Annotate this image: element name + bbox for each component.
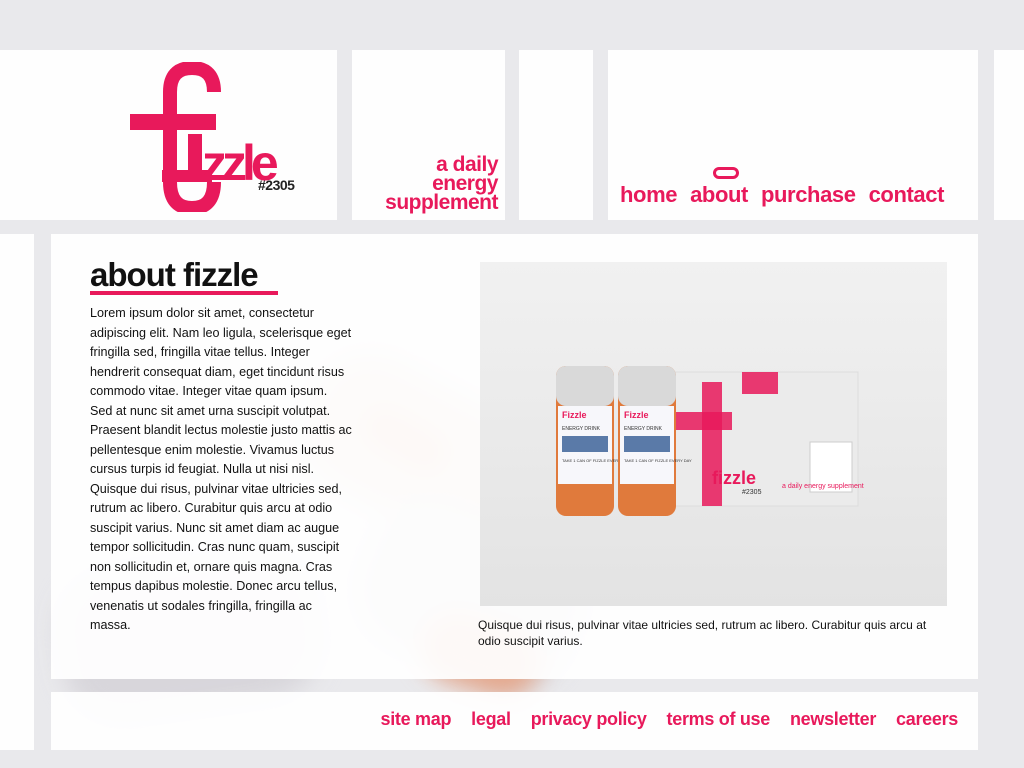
bottle-dose: TAKE 1 CAN OF FIZZLE EVERY DAY (624, 458, 692, 463)
footer-link-site-map[interactable]: site map (381, 709, 452, 730)
tagline-line: supplement (385, 191, 498, 214)
footer-link-legal[interactable]: legal (471, 709, 511, 730)
body-text: Lorem ipsum dolor sit amet, consectetur … (90, 306, 352, 632)
fizzle-logo[interactable]: zzle #2305 (128, 62, 308, 212)
nav-purchase[interactable]: purchase (761, 182, 856, 208)
header-panel-spacer (519, 50, 593, 220)
nav-about[interactable]: about (690, 182, 748, 208)
capsule-icon (713, 167, 739, 179)
footer-link-careers[interactable]: careers (896, 709, 958, 730)
bottle-subtitle: ENERGY DRINK (624, 426, 663, 432)
nav-contact[interactable]: contact (869, 182, 945, 208)
bottle-brand: Fizzle (562, 410, 587, 420)
box-logo: fizzle (712, 468, 756, 488)
box-number: #2305 (742, 489, 762, 496)
bottle-subtitle: ENERGY DRINK (562, 426, 601, 432)
product-photo-illustration: fizzle #2305 a daily energy supplement F… (556, 366, 864, 516)
header-panel-edge (994, 50, 1024, 220)
footer-nav: site map legal privacy policy terms of u… (381, 709, 959, 730)
footer-link-terms-of-use[interactable]: terms of use (667, 709, 771, 730)
nav-home[interactable]: home (620, 182, 677, 208)
content-panel-left-edge (0, 234, 34, 750)
bottle-brand: Fizzle (624, 410, 649, 420)
product-photo: fizzle #2305 a daily energy supplement F… (480, 262, 947, 606)
photo-caption: Quisque dui risus, pulvinar vitae ultric… (478, 618, 927, 648)
footer-link-privacy-policy[interactable]: privacy policy (531, 709, 647, 730)
footer-link-newsletter[interactable]: newsletter (790, 709, 876, 730)
page-title: about fizzle (90, 256, 259, 293)
main-nav: home about purchase contact (620, 182, 944, 208)
box-tagline: a daily energy supplement (782, 483, 864, 490)
title-underline (90, 291, 278, 295)
product-number: #2305 (258, 177, 295, 193)
tagline: a daily energy supplement (355, 154, 498, 214)
